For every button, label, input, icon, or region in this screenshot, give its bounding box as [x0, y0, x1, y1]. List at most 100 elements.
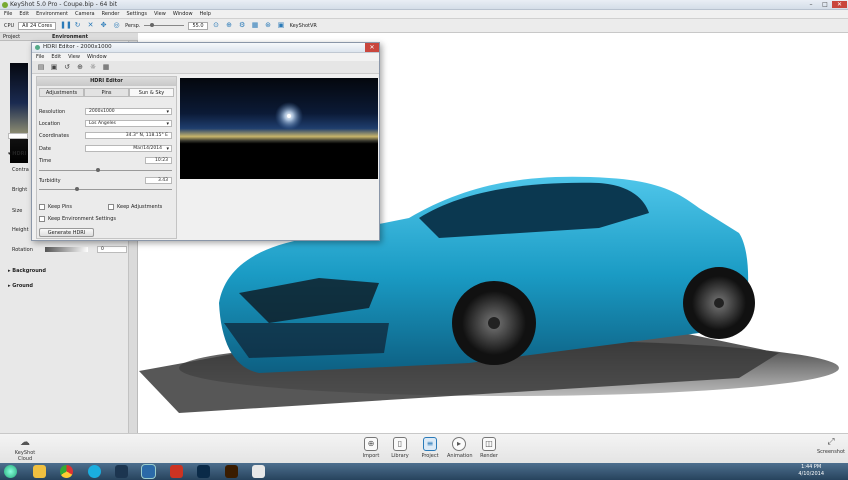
add-pin-icon[interactable]: ⊕	[76, 63, 84, 71]
solidworks-icon[interactable]	[170, 465, 183, 478]
skype-icon[interactable]	[88, 465, 101, 478]
menu-environment[interactable]: Environment	[36, 11, 68, 17]
persp-slider[interactable]	[144, 23, 185, 27]
rear-hub	[714, 298, 724, 308]
turbidity-input[interactable]: 3.43	[145, 177, 172, 184]
menu-file[interactable]: File	[4, 11, 12, 17]
camera-icon[interactable]: ⊙	[212, 21, 221, 30]
hdri-menu-view[interactable]: View	[68, 54, 80, 60]
resolution-select[interactable]: 2000x1000	[85, 108, 172, 115]
menu-camera[interactable]: Camera	[75, 11, 95, 17]
hdri-section-toggle[interactable]: ▾ HDRI	[8, 151, 26, 157]
hdri-menu-edit[interactable]: Edit	[51, 54, 61, 60]
target-icon[interactable]: ⊛	[264, 21, 273, 30]
keyshotvr-label[interactable]: KeyShotVR	[290, 23, 317, 29]
hdri-menu-file[interactable]: File	[36, 54, 44, 60]
tab-project[interactable]: Project	[3, 34, 20, 40]
maximize-button[interactable]: □	[818, 1, 832, 8]
coordinates-input[interactable]: 34.3° N, 118.15° E	[85, 132, 172, 139]
sun-disk	[287, 114, 291, 118]
turbidity-label: Turbidity	[39, 178, 61, 184]
close-button[interactable]: ✕	[832, 1, 847, 8]
sky-gradient	[180, 78, 378, 179]
keep-pins-checkbox[interactable]	[39, 204, 45, 210]
generate-hdri-button[interactable]: Generate HDRI	[39, 228, 94, 237]
open-icon[interactable]: ▤	[37, 63, 45, 71]
text-editor-icon[interactable]	[252, 465, 265, 478]
keep-env-settings-checkbox[interactable]	[39, 216, 45, 222]
reset-icon[interactable]: ↺	[63, 63, 71, 71]
cpu-label: CPU	[4, 22, 15, 29]
hdri-menu-window[interactable]: Window	[87, 54, 107, 60]
minimize-button[interactable]: –	[804, 1, 818, 8]
menu-help[interactable]: Help	[200, 11, 211, 17]
coordinates-label: Coordinates	[39, 133, 70, 139]
screenshot-button[interactable]: ⤢ Screenshot	[816, 437, 846, 455]
keyshot-active-icon[interactable]	[141, 464, 156, 479]
persp-slider-thumb[interactable]	[150, 23, 155, 27]
animation-icon: ▸	[452, 437, 466, 451]
tab-pins[interactable]: Pins	[84, 88, 129, 97]
pause-icon[interactable]: ❚❚	[60, 21, 72, 30]
turbidity-slider-thumb[interactable]	[75, 187, 79, 191]
hdri-editor-titlebar[interactable]: HDRI Editor - 2000x1000 ✕	[32, 43, 379, 53]
environment-name-field[interactable]	[8, 133, 28, 139]
time-slider-thumb[interactable]	[96, 168, 100, 172]
bottom-bar: ☁ KeyShot Cloud ⊕ Import ▯ Library ≡ Pro…	[0, 433, 848, 463]
tab-environment[interactable]: Environment	[52, 34, 88, 40]
keyshotvr-icon[interactable]: ▣	[277, 21, 286, 30]
project-button[interactable]: ≡ Project	[418, 437, 442, 459]
lock-icon[interactable]: ⊕	[225, 21, 234, 30]
keep-adjustments-checkbox[interactable]	[108, 204, 114, 210]
import-button[interactable]: ⊕ Import	[359, 437, 383, 459]
persp-value[interactable]: 55.0	[188, 21, 208, 30]
menu-settings[interactable]: Settings	[126, 11, 147, 17]
car-grille	[224, 323, 389, 358]
time-slider[interactable]	[39, 170, 172, 171]
date-input[interactable]: Mar/14/2014	[85, 145, 172, 152]
settings-icon[interactable]: ⚙	[238, 21, 247, 30]
turbidity-slider[interactable]	[39, 189, 172, 190]
photoshop-icon[interactable]	[197, 465, 210, 478]
refresh-icon[interactable]: ↻	[73, 21, 82, 30]
keyshot-cloud-button[interactable]: ☁ KeyShot Cloud	[10, 437, 40, 462]
grid-icon[interactable]: ▦	[251, 21, 260, 30]
render-button[interactable]: ◫ Render	[477, 437, 501, 459]
illustrator-icon[interactable]	[225, 465, 238, 478]
menu-view[interactable]: View	[154, 11, 166, 17]
animation-button[interactable]: ▸ Animation	[447, 437, 473, 459]
move-icon[interactable]: ✥	[99, 21, 108, 30]
ground-section-toggle[interactable]: ▸ Ground	[8, 283, 33, 289]
rotation-slider[interactable]	[45, 247, 88, 252]
contrast-label: Contra	[12, 167, 29, 173]
background-section-toggle[interactable]: ▸ Background	[8, 268, 46, 274]
time-input[interactable]: 10:23	[145, 157, 172, 164]
zoom-icon[interactable]: ◎	[112, 21, 121, 30]
hdri-sky-preview[interactable]	[180, 78, 378, 179]
sun-icon[interactable]: ☼	[89, 63, 97, 71]
height-label: Height	[12, 227, 29, 233]
keep-env-settings-label: Keep Environment Settings	[48, 216, 116, 222]
system-clock[interactable]: 1:44 PM 4/10/2014	[798, 464, 824, 478]
location-select[interactable]: Los Angeles	[85, 120, 172, 127]
keyshot-taskbar-icon[interactable]	[115, 465, 128, 478]
save-icon[interactable]: ▣	[50, 63, 58, 71]
hdri-close-button[interactable]: ✕	[365, 43, 379, 52]
chrome-icon[interactable]	[60, 465, 73, 478]
menu-window[interactable]: Window	[173, 11, 193, 17]
hdri-editor-window[interactable]: HDRI Editor - 2000x1000 ✕ File Edit View…	[31, 42, 380, 241]
tab-adjustments[interactable]: Adjustments	[39, 88, 84, 97]
keep-adjustments-label: Keep Adjustments	[117, 204, 163, 210]
image-icon[interactable]: ▦	[102, 63, 110, 71]
tab-sun-sky[interactable]: Sun & Sky	[129, 88, 174, 97]
menu-edit[interactable]: Edit	[19, 11, 29, 17]
menu-bar: File Edit Environment Camera Render Sett…	[0, 10, 848, 19]
rotation-input[interactable]: 0	[97, 246, 127, 253]
explorer-icon[interactable]	[33, 465, 46, 478]
start-button[interactable]	[4, 465, 17, 478]
crop-icon[interactable]: ✕	[86, 21, 95, 30]
menu-render[interactable]: Render	[102, 11, 120, 17]
brightness-label: Bright	[12, 187, 28, 193]
library-button[interactable]: ▯ Library	[388, 437, 412, 459]
cores-select[interactable]: All 24 Cores	[18, 21, 57, 30]
